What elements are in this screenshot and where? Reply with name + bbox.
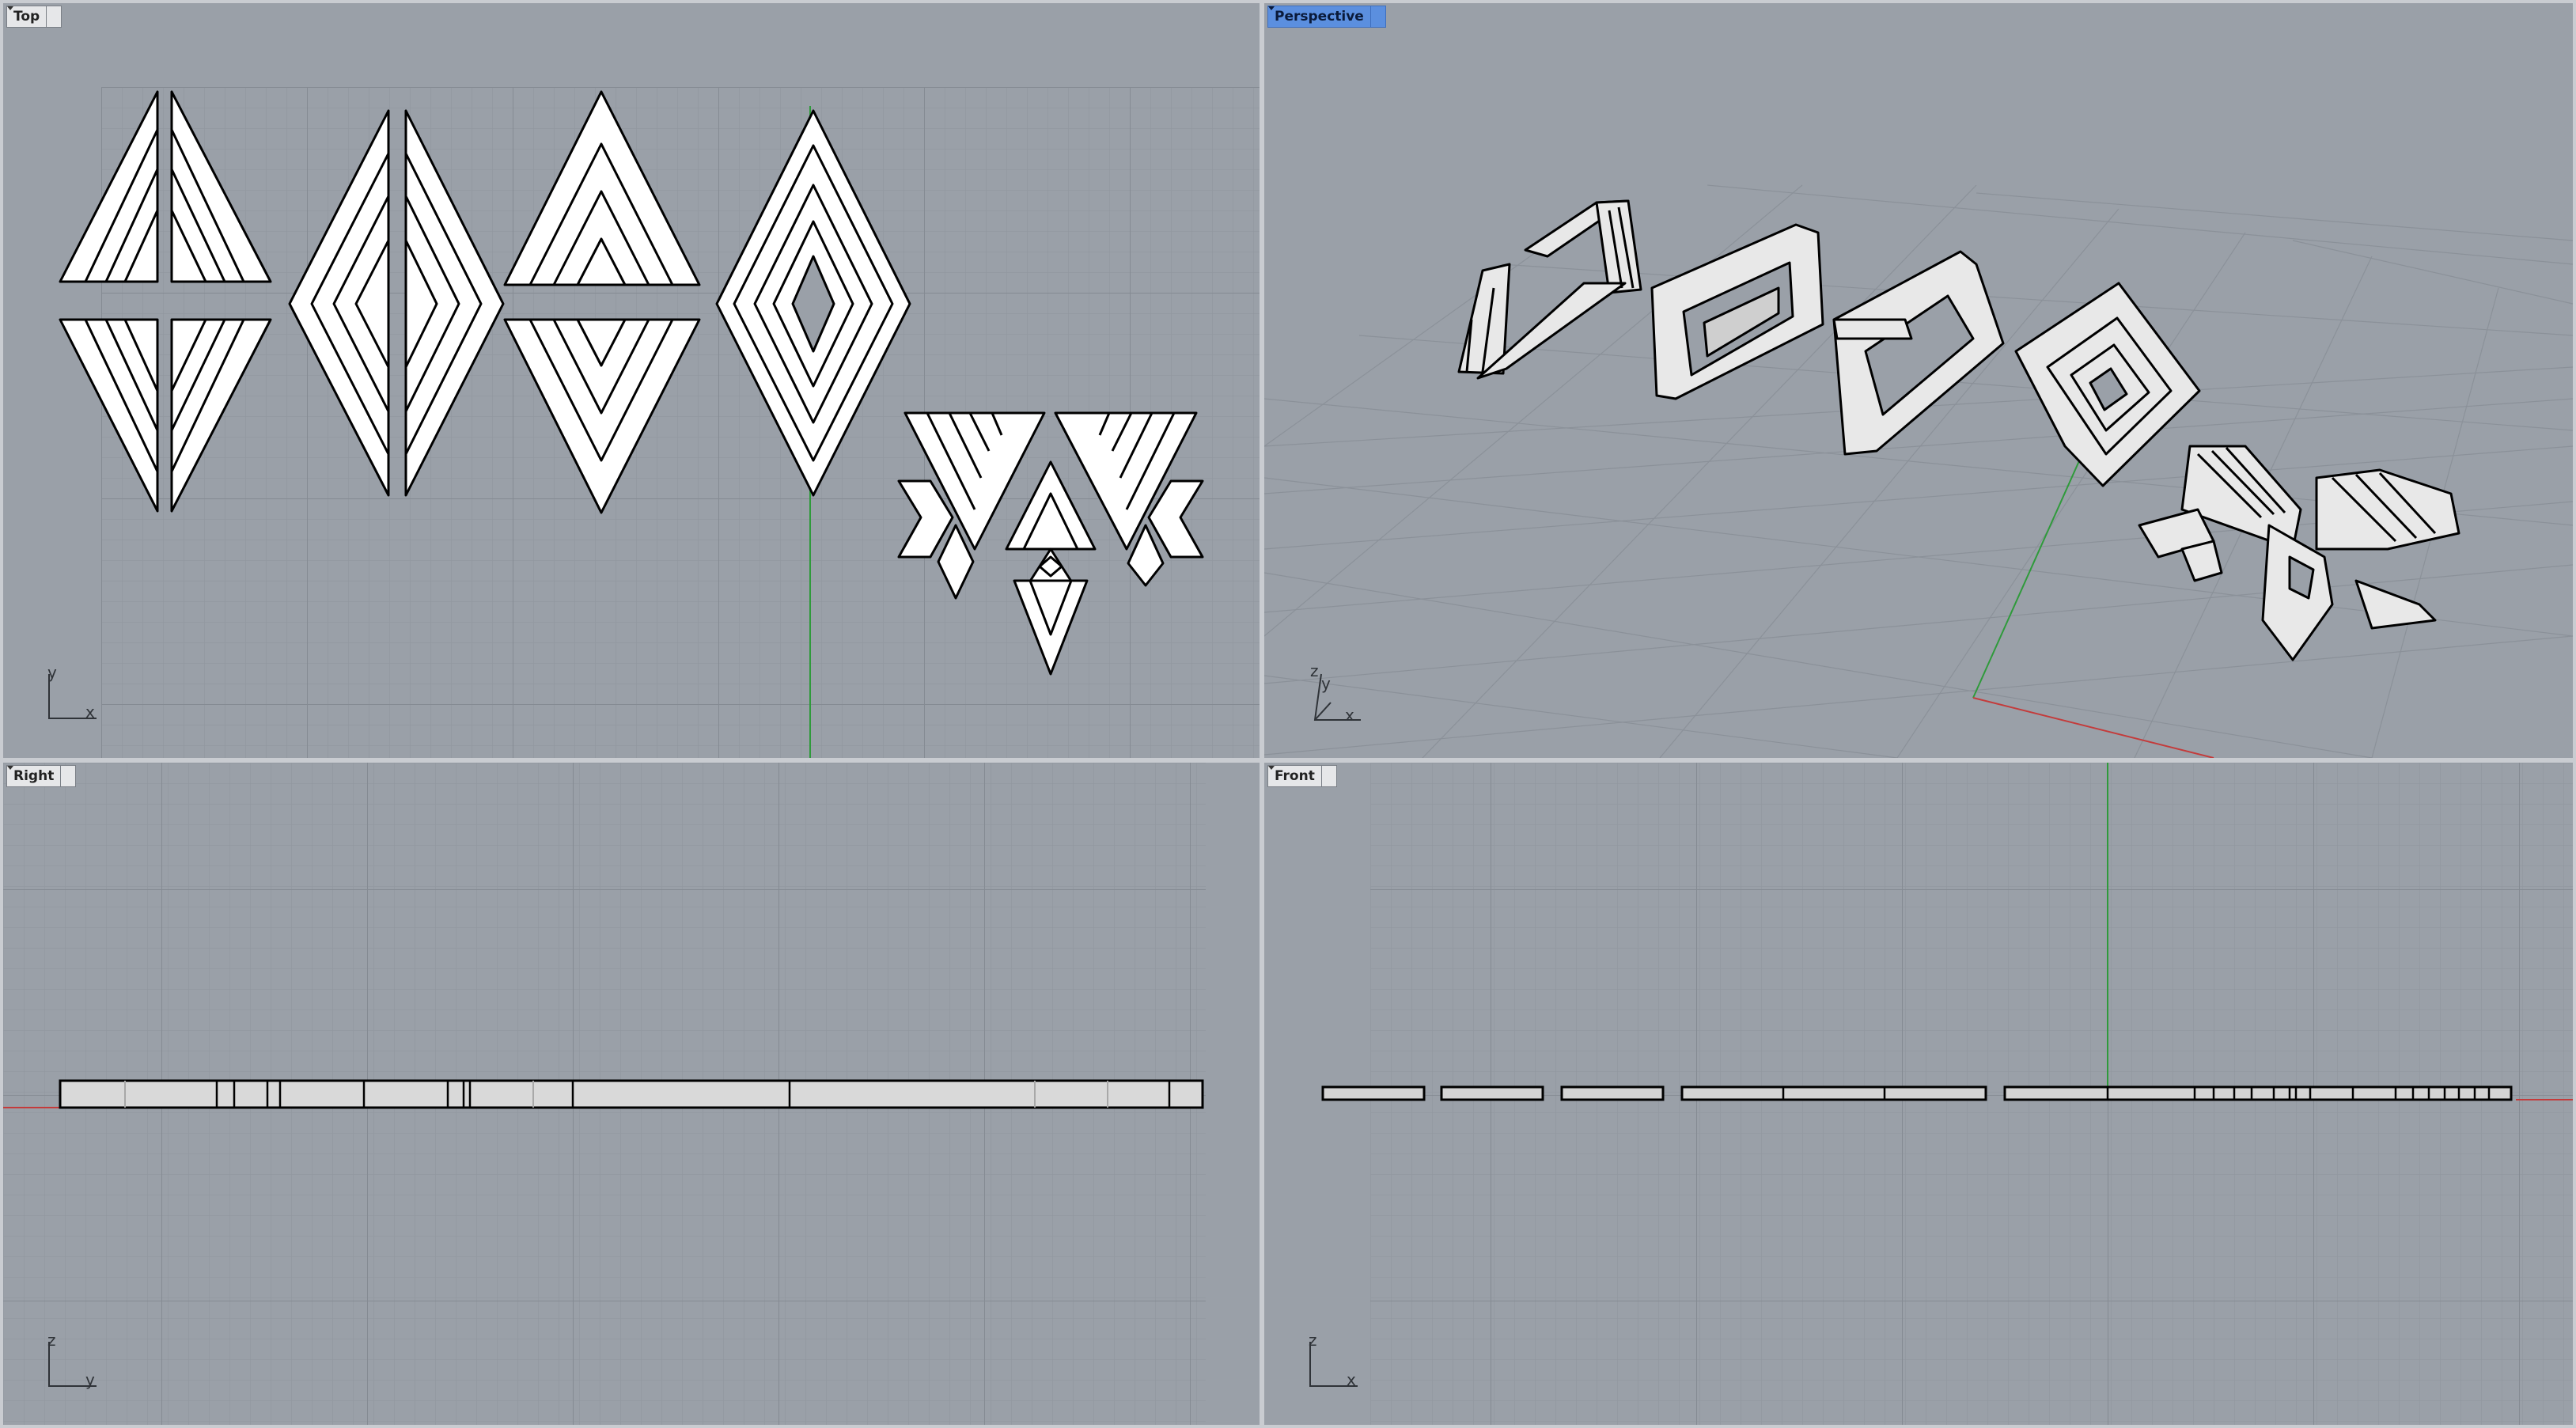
- viewport-tab-right[interactable]: Right: [6, 765, 77, 787]
- axis-label-x: x: [1345, 706, 1354, 725]
- chevron-down-icon[interactable]: [7, 765, 77, 787]
- viewport-top[interactable]: Top y x: [3, 3, 1260, 758]
- top-view-canvas[interactable]: [3, 3, 1260, 758]
- profile-3[interactable]: [1560, 1085, 1665, 1101]
- object-3d-diamond-split-2[interactable]: [1650, 223, 1824, 400]
- viewport-right[interactable]: Right z y: [3, 763, 1260, 1425]
- axis-label-z: z: [1309, 1331, 1317, 1350]
- viewport-label[interactable]: Perspective: [1267, 6, 1371, 28]
- viewport-front[interactable]: Front z x: [1264, 763, 2573, 1425]
- perspective-view-canvas[interactable]: [1264, 3, 2573, 758]
- object-3d-diamond-split-1[interactable]: [1457, 199, 1642, 380]
- profile-4[interactable]: [1680, 1085, 1987, 1101]
- profile-2[interactable]: [1440, 1085, 1544, 1101]
- profile-5[interactable]: [2003, 1085, 2513, 1101]
- viewport-label[interactable]: Right: [6, 765, 62, 787]
- object-3d-cluster-pattern[interactable]: [2138, 445, 2460, 661]
- axis-label-x: x: [85, 703, 95, 722]
- viewport-tab-front[interactable]: Front: [1267, 765, 1337, 787]
- right-view-canvas[interactable]: [3, 763, 1260, 1425]
- viewport-perspective[interactable]: Perspective z y x: [1264, 3, 2573, 758]
- object-3d-diamond-concentric[interactable]: [2014, 282, 2201, 487]
- object-side-profile[interactable]: [59, 1079, 1204, 1109]
- x-axis-line: [1972, 697, 2214, 758]
- viewport-tab-perspective[interactable]: Perspective: [1267, 6, 1386, 28]
- chevron-down-icon[interactable]: [7, 6, 63, 28]
- axis-label-y: y: [1321, 674, 1331, 693]
- axis-label-x: x: [1347, 1370, 1356, 1389]
- y-axis-line: [1972, 425, 2096, 699]
- chevron-down-icon[interactable]: [1268, 6, 1386, 28]
- front-view-canvas[interactable]: [1264, 763, 2573, 1425]
- viewport-tab-top[interactable]: Top: [6, 6, 63, 28]
- axis-label-y: y: [85, 1370, 95, 1389]
- axis-label-y: y: [47, 663, 57, 682]
- axis-label-z: z: [47, 1331, 56, 1350]
- viewport-label[interactable]: Front: [1267, 765, 1322, 787]
- object-3d-diamond-split-3[interactable]: [1832, 250, 2005, 456]
- axis-label-z: z: [1310, 661, 1319, 680]
- chevron-down-icon[interactable]: [1268, 765, 1337, 787]
- profile-1[interactable]: [1321, 1085, 1426, 1101]
- object-front-profiles[interactable]: [1321, 1085, 2513, 1101]
